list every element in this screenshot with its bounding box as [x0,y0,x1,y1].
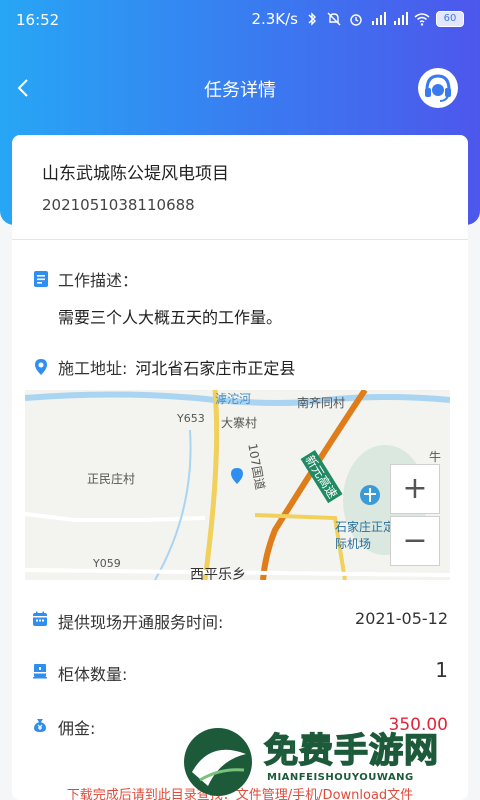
map-label-niu: 牛 [429,450,442,464]
site-address-value: 河北省石家庄市正定县 [135,359,296,378]
document-icon [34,271,48,287]
map-label-road-y653: Y653 [177,412,205,425]
service-time-value: 2021-05-12 [355,609,448,628]
divider [12,239,468,240]
zoom-out-button[interactable]: − [390,516,440,566]
cabinet-count-value: 1 [435,658,448,682]
alarm-icon [350,14,362,26]
battery-indicator: 60 [436,11,464,27]
work-description-row: 工作描述： [32,267,138,291]
map-label-dazhai: 大寨村 [221,416,258,430]
site-address-label: 施工地址: [58,359,128,378]
page-title: 任务详情 [204,80,276,101]
calendar-icon [33,611,47,626]
status-time: 16:52 [16,11,60,29]
money-bag-icon [34,719,46,732]
signal-hd-icon-2 [394,12,408,25]
map-label-nanqitong: 南齐同村 [297,396,346,410]
map-label-river: 滹沱河 [215,392,252,406]
cabinet-icon [33,664,47,679]
cabinet-count-label: 柜体数量: [58,665,128,684]
mute-icon [327,12,341,26]
location-pin-icon [35,359,47,375]
watermark-title: 免费手游网 [263,730,439,772]
watermark: 免费手游网 MIANFEISHOUYOUWANG [180,720,480,800]
project-name: 山东武城陈公堤风电项目 [42,164,229,184]
task-detail-card: 山东武城陈公堤风电项目 2021051038110688 工作描述： 需要三个人… [12,135,468,800]
map-label-xiping: 西平乐乡 [190,567,246,580]
site-address-row: 施工地址: 河北省石家庄市正定县 [32,355,295,379]
map-label-zhengmin: 正民庄村 [87,472,136,486]
app-bar: 任务详情 [0,60,480,116]
work-description-label: 工作描述： [58,271,139,290]
project-number: 2021051038110688 [42,196,195,214]
wifi-icon [414,13,430,26]
service-time-label: 提供现场开通服务时间: [58,613,224,632]
map-label-road-y059: Y059 [93,557,121,570]
zoom-in-button[interactable]: + [390,464,440,514]
status-icons: 2.3K/s 60 [251,10,464,28]
watermark-logo [184,728,252,796]
bluetooth-icon [308,12,316,26]
status-bar: 16:52 2.3K/s 60 [0,0,480,40]
commission-label: 佣金: [58,719,96,738]
headset-icon[interactable] [416,66,460,110]
network-speed: 2.3K/s [251,10,298,28]
watermark-subtitle: MIANFEISHOUYOUWANG [264,772,417,783]
work-description-text: 需要三个人大概五天的工作量。 [58,308,283,327]
signal-hd-icon-1 [372,12,386,25]
map-view[interactable]: 滹沱河 Y653 大寨村 南齐同村 新元高速 107国道 正民庄村 石家庄正定国… [25,390,450,580]
